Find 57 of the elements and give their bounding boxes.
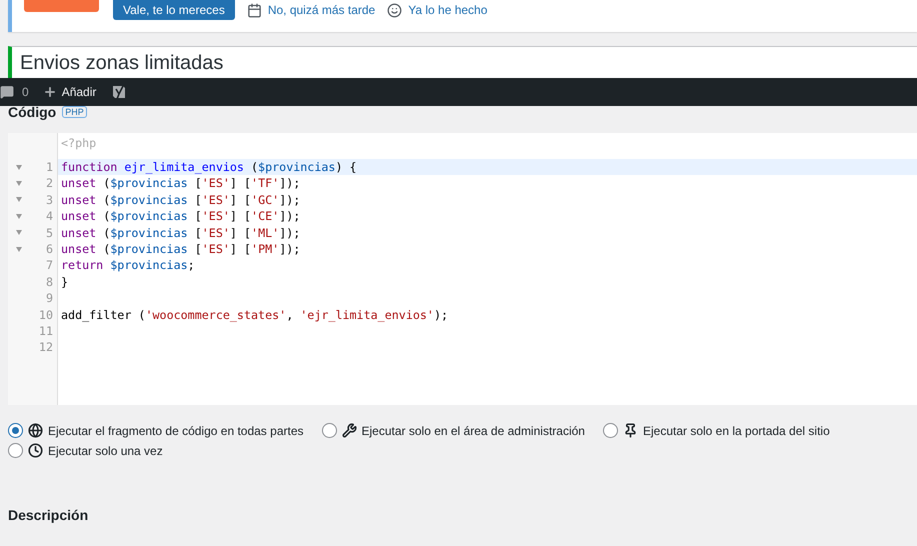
fold-arrow-icon[interactable] — [16, 214, 22, 219]
php-badge: PHP — [62, 106, 87, 118]
code-line: unset ($provincias ['ES'] ['PM']); — [60, 240, 302, 258]
code-line: return $provincias; — [60, 257, 196, 274]
comment-count[interactable]: 0 — [22, 83, 29, 101]
smile-icon — [387, 2, 402, 18]
code-line: unset ($provincias ['ES'] ['CE']); — [60, 208, 302, 225]
code-line: unset ($provincias ['ES'] ['GC']); — [60, 192, 302, 208]
radio-button[interactable] — [8, 443, 23, 458]
option-label: Ejecutar solo una vez — [48, 442, 163, 460]
line-number: 6 — [46, 240, 54, 258]
line-number: 12 — [38, 339, 54, 356]
line-number: 5 — [46, 224, 54, 241]
code-line: add_filter ('woocommerce_states', 'ejr_limita_envios'); — [60, 306, 450, 323]
globe-icon — [28, 423, 43, 438]
option-label: Ejecutar el fragmento de código en todas partes — [48, 422, 304, 440]
description-heading: Descripción — [8, 507, 88, 523]
option-label: Ejecutar solo en el área de administración — [362, 422, 585, 440]
fold-arrow-icon[interactable] — [16, 181, 22, 186]
radio-button[interactable] — [8, 423, 23, 438]
line-number: 9 — [46, 290, 54, 307]
rate-button[interactable]: Vale, te lo mereces — [113, 0, 235, 20]
line-number: 2 — [46, 175, 54, 192]
radio-button[interactable] — [322, 423, 336, 438]
line-number: 4 — [46, 208, 54, 225]
notice-link[interactable]: No, quizá más tarde — [268, 1, 376, 19]
scope-option[interactable]: Ejecutar solo en el área de administración — [322, 423, 585, 438]
comment-icon[interactable] — [0, 85, 14, 99]
radio-button[interactable] — [602, 423, 618, 438]
php-open-tag: <?php — [61, 136, 96, 150]
option-label: Ejecutar solo en la portada del sitio — [642, 422, 830, 440]
notice-link[interactable]: Ya lo he hecho — [408, 1, 488, 19]
add-link[interactable]: Añadir — [62, 83, 96, 101]
scope-option[interactable]: Ejecutar solo una vez — [8, 443, 163, 458]
line-number: 10 — [38, 306, 54, 323]
line-number: 11 — [38, 322, 54, 340]
wrench-icon — [342, 423, 356, 438]
pin-icon — [622, 423, 638, 438]
scope-option[interactable]: Ejecutar solo en la portada del sitio — [602, 423, 830, 438]
code-editor[interactable] — [8, 133, 917, 405]
fold-arrow-icon[interactable] — [16, 246, 22, 252]
code-heading: Código — [8, 106, 56, 118]
line-number: 1 — [46, 159, 54, 176]
code-line: unset ($provincias ['ES'] ['TF']); — [60, 175, 302, 192]
clock-icon — [28, 443, 43, 458]
code-line: } — [60, 274, 70, 290]
fold-arrow-icon[interactable] — [16, 230, 22, 236]
line-number: 3 — [46, 192, 54, 208]
fold-arrow-icon[interactable] — [16, 164, 22, 170]
line-number: 8 — [46, 274, 54, 290]
calendar-icon — [246, 2, 262, 18]
plus-icon — [42, 85, 57, 99]
code-line: unset ($provincias ['ES'] ['ML']); — [60, 224, 302, 241]
scope-option[interactable]: Ejecutar el fragmento de código en todas partes — [8, 423, 304, 438]
line-number: 7 — [46, 257, 54, 274]
seo-plugin-icon[interactable] — [112, 84, 126, 100]
fold-arrow-icon[interactable] — [16, 197, 22, 202]
